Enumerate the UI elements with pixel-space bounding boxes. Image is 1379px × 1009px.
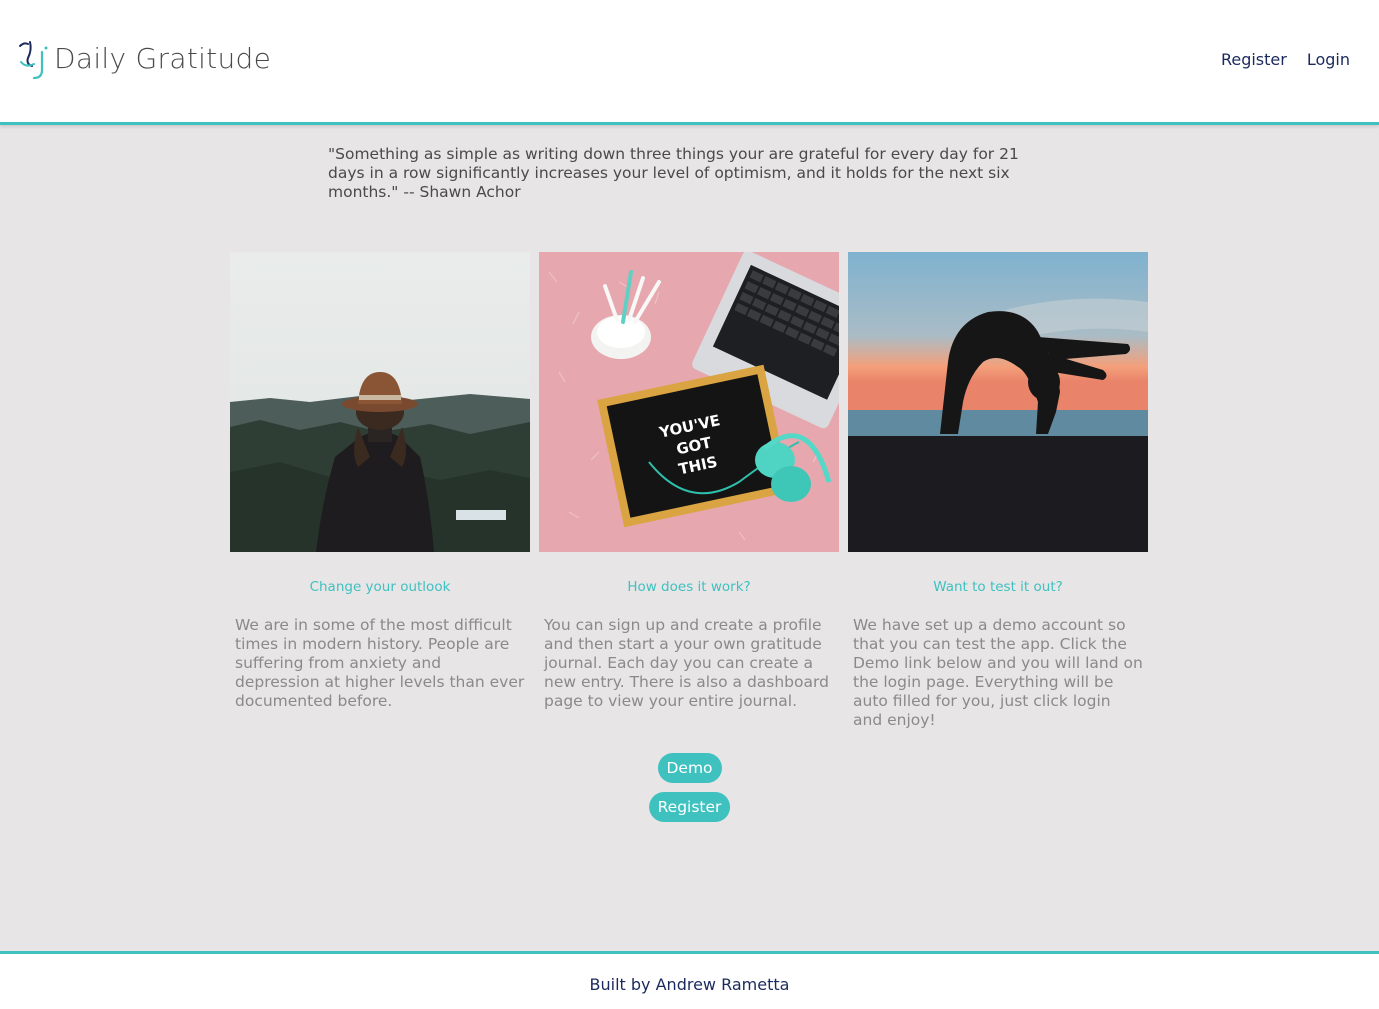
brand-name: Daily Gratitude [54, 42, 272, 75]
hero-quote: "Something as simple as writing down thr… [328, 145, 1019, 201]
nav-login-link[interactable]: Login [1307, 50, 1350, 69]
card-title: Change your outlook [309, 579, 451, 595]
card-title: Want to test it out? [933, 579, 1063, 595]
brand[interactable]: Daily Gratitude [18, 38, 271, 80]
woman-with-hat-forest-photo [230, 252, 530, 552]
card-text: We have set up a demo account so that yo… [853, 616, 1143, 729]
nav-register-link[interactable]: Register [1221, 50, 1287, 69]
demo-button[interactable]: Demo [657, 753, 722, 783]
dj-monogram-icon [19, 41, 48, 80]
feature-card: Want to test it out? We have set up a de… [848, 252, 1148, 730]
feature-card: Change your outlook We are in some of th… [230, 252, 530, 730]
card-text: We are in some of the most difficult tim… [235, 616, 525, 710]
feature-cards: Change your outlook We are in some of th… [230, 252, 1148, 730]
yoga-sunset-silhouette-photo [848, 252, 1148, 552]
site-header: Daily Gratitude Register Login [0, 0, 1379, 125]
footer-credit: Built by Andrew Rametta [589, 975, 790, 994]
card-text: You can sign up and create a profile and… [544, 616, 829, 710]
top-nav: Register Login [1221, 50, 1350, 69]
letterboard-laptop-photo: YOU'VE GOT THIS [539, 252, 839, 552]
site-footer: Built by Andrew Rametta [0, 951, 1379, 1009]
feature-card: YOU'VE GOT THIS How does it work? You ca… [539, 252, 839, 730]
register-button[interactable]: Register [648, 792, 731, 822]
card-title: How does it work? [627, 579, 751, 595]
